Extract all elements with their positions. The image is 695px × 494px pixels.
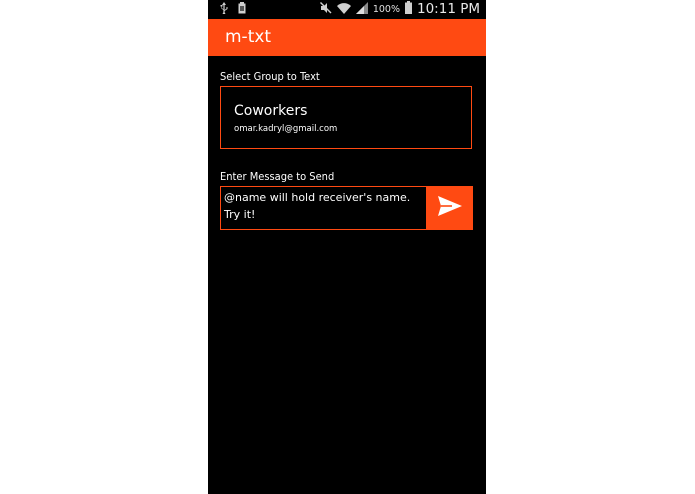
- battery-icon: [405, 1, 412, 17]
- usb-icon: [220, 2, 228, 17]
- phone-screen: 100% 10:11 PM m-txt Select Group to Text…: [208, 0, 486, 494]
- app-bar: m-txt: [208, 19, 486, 56]
- signal-icon: [355, 1, 368, 17]
- sim-icon: [238, 2, 246, 17]
- group-email: omar.kadryl@gmail.com: [234, 124, 338, 134]
- message-input[interactable]: @name will hold receiver's name. Try it!: [220, 186, 427, 230]
- group-selector[interactable]: Coworkers omar.kadryl@gmail.com: [220, 86, 472, 149]
- battery-percent: 100%: [372, 3, 400, 15]
- group-name: Coworkers: [234, 103, 308, 119]
- select-group-label: Select Group to Text: [220, 70, 320, 83]
- message-label: Enter Message to Send: [220, 170, 335, 183]
- wifi-icon: [336, 2, 351, 17]
- mute-icon: [319, 1, 332, 17]
- app-title: m-txt: [225, 27, 272, 47]
- status-bar: 100% 10:11 PM: [208, 0, 486, 19]
- status-time: 10:11 PM: [417, 1, 480, 17]
- send-icon: [438, 196, 462, 220]
- send-button[interactable]: [427, 186, 473, 230]
